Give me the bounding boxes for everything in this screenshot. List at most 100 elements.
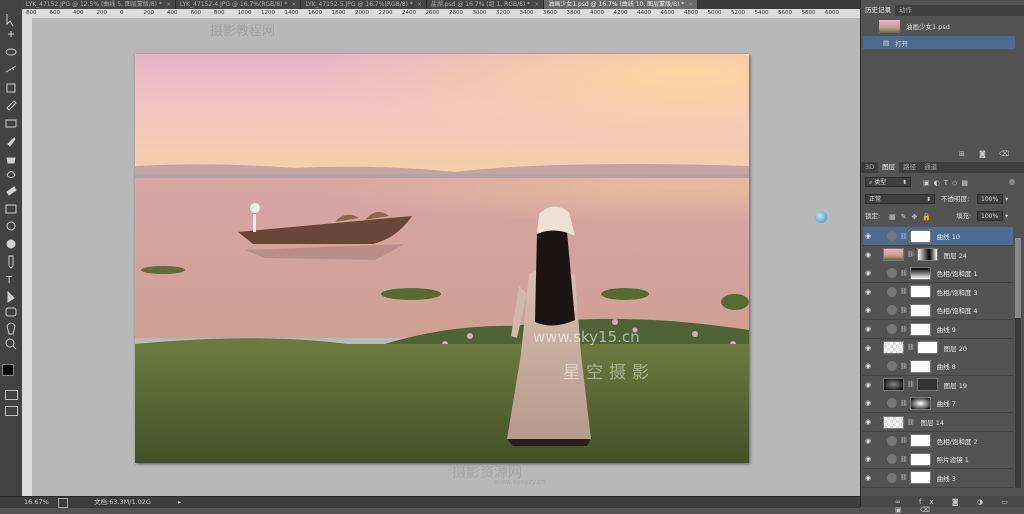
document-tab[interactable]: LYK_47152-5.JPG @ 16.7%(RGB/8) * × — [301, 0, 427, 9]
link-icon[interactable]: ⛓ — [900, 456, 908, 463]
close-tab-icon[interactable]: × — [534, 0, 539, 9]
adjustment-layer-icon[interactable] — [887, 268, 897, 279]
link-icon[interactable]: ⛓ — [900, 307, 908, 314]
quick-mask-icon[interactable] — [5, 390, 18, 400]
tab-actions[interactable]: 动作 — [895, 5, 916, 16]
visibility-eye-icon[interactable]: ◉ — [863, 437, 873, 445]
tab-3d[interactable]: 3D — [861, 162, 878, 173]
visibility-eye-icon[interactable]: ◉ — [863, 399, 873, 407]
layer-mask-thumbnail[interactable] — [909, 303, 931, 317]
tab-paths[interactable]: 路径 — [899, 162, 920, 173]
link-icon[interactable]: ⛓ — [900, 474, 908, 481]
visibility-eye-icon[interactable]: ◉ — [863, 344, 873, 352]
layer-thumbnail[interactable] — [883, 248, 904, 262]
visibility-eye-icon[interactable]: ◉ — [863, 455, 873, 463]
visibility-eye-icon[interactable]: ◉ — [863, 325, 873, 333]
visibility-eye-icon[interactable]: ◉ — [863, 232, 873, 240]
adjustment-layer-icon[interactable] — [887, 324, 897, 334]
adjustment-layer-icon[interactable] — [887, 305, 897, 316]
close-tab-icon[interactable]: × — [688, 0, 693, 9]
link-icon[interactable]: ⛓ — [900, 270, 908, 277]
lock-icons[interactable]: ▦✎✥🔒 — [889, 213, 936, 221]
tab-layers[interactable]: 图层 — [878, 162, 900, 173]
layer-row[interactable]: ◉ ⛓ 曲线 9 — [863, 320, 1013, 339]
scrollbar-thumb[interactable] — [1015, 238, 1021, 318]
layer-mask-thumbnail[interactable] — [909, 322, 931, 336]
status-arrow-icon[interactable]: ▸ — [178, 497, 181, 508]
layer-row[interactable]: ◉ ⛓ 色相/饱和度 2 — [863, 431, 1013, 451]
layer-row[interactable]: ◉ ⛓ 曲线 3 — [863, 468, 1013, 488]
opacity-arrow-icon[interactable]: ▾ — [1005, 194, 1008, 204]
adjustment-layer-icon[interactable] — [887, 398, 897, 409]
layer-filter-select[interactable]: ⌕ 类型 ⬍ — [865, 177, 911, 187]
visibility-eye-icon[interactable]: ◉ — [863, 251, 873, 259]
visibility-eye-icon[interactable]: ◉ — [863, 381, 873, 389]
link-icon[interactable]: ⛓ — [907, 344, 915, 351]
visibility-eye-icon[interactable]: ◉ — [863, 269, 873, 277]
visibility-eye-icon[interactable]: ◉ — [863, 288, 873, 296]
close-tab-icon[interactable]: × — [166, 0, 171, 9]
layers-scrollbar[interactable] — [1015, 238, 1021, 488]
layer-mask-thumbnail[interactable] — [916, 248, 938, 262]
close-tab-icon[interactable]: × — [291, 0, 296, 9]
fill-field[interactable]: 100% — [977, 211, 1003, 221]
document-tab[interactable]: 盐湖.psd @ 16.7% (组 1, RGB/8) * × — [426, 0, 545, 9]
layer-row[interactable]: ◉ ⛓ 照片滤镜 1 — [863, 450, 1013, 470]
foreground-color-swatch[interactable] — [2, 364, 14, 376]
filter-toggle-icon[interactable] — [1009, 179, 1015, 185]
adjustment-layer-icon[interactable] — [887, 361, 897, 372]
layer-filter-icons[interactable]: ▣◐T◇▦ — [923, 179, 972, 187]
layer-mask-thumbnail[interactable] — [909, 266, 931, 280]
layers-footer-icons[interactable]: ∞ fx ◙ ◑ ▭ ▣ ⌫ — [895, 498, 1024, 514]
layer-mask-thumbnail[interactable] — [909, 285, 931, 299]
link-icon[interactable]: ⛓ — [900, 437, 908, 444]
link-icon[interactable]: ⛓ — [907, 381, 915, 388]
document-image[interactable]: www.sky15.cn 星空摄影 — [135, 54, 749, 463]
link-icon[interactable]: ⛓ — [907, 419, 915, 426]
layer-row[interactable]: ◉ ⛓ 图层 24 — [863, 245, 1013, 265]
layer-thumbnail[interactable] — [883, 415, 904, 429]
history-step[interactable]: ▤ 打开 — [863, 36, 1015, 49]
layer-mask-thumbnail[interactable] — [909, 452, 931, 466]
layer-row[interactable]: ◉ ⛓ 图层 19 — [863, 375, 1013, 395]
blend-mode-select[interactable]: 正常 ⬍ — [865, 194, 935, 204]
zoom-level[interactable]: 16.67% — [24, 497, 49, 508]
link-icon[interactable]: ⛓ — [900, 326, 908, 333]
layer-row[interactable]: ◉ ⛓ 色相/饱和度 1 — [863, 264, 1013, 284]
new-document-from-state-icon[interactable]: ⊞ — [959, 150, 965, 158]
layer-mask-thumbnail[interactable] — [916, 378, 938, 392]
layer-mask-thumbnail[interactable] — [909, 434, 931, 448]
tab-channels[interactable]: 通道 — [920, 162, 941, 173]
link-icon[interactable]: ⛓ — [900, 288, 908, 295]
layer-mask-thumbnail[interactable] — [909, 471, 931, 485]
new-snapshot-icon[interactable]: ◙ — [979, 150, 986, 158]
link-icon[interactable]: ⛓ — [907, 251, 915, 258]
history-snapshot[interactable]: 油画少女1.psd — [863, 17, 1015, 35]
layer-row[interactable]: ◉ ⛓ 色相/饱和度 4 — [863, 301, 1013, 321]
screen-mode-icon[interactable] — [5, 406, 18, 416]
adjustment-layer-icon[interactable] — [887, 454, 897, 465]
layer-row[interactable]: ◉ ⛓ 图层 14 — [863, 413, 1013, 432]
layer-mask-thumbnail[interactable] — [909, 396, 931, 410]
layer-thumbnail[interactable] — [883, 341, 904, 355]
layer-row[interactable]: ◉ ⛓ 图层 20 — [863, 338, 1013, 358]
layer-row[interactable]: ◉ ⛓ 曲线 8 — [863, 357, 1013, 377]
visibility-eye-icon[interactable]: ◉ — [863, 306, 873, 314]
layer-thumbnail[interactable] — [883, 378, 904, 392]
document-tab[interactable]: LYK_47152.JPG @ 12.5% (曲线 5, 图层蒙版/8) * × — [22, 0, 176, 9]
document-tab[interactable]: LYK_47152-4.JPG @ 16.7%(RGB/8) * × — [175, 0, 302, 9]
visibility-eye-icon[interactable]: ◉ — [863, 474, 873, 482]
adjustment-layer-icon[interactable] — [887, 286, 897, 297]
link-icon[interactable]: ⛓ — [900, 233, 908, 240]
adjustment-layer-icon[interactable] — [887, 231, 897, 241]
link-icon[interactable]: ⛓ — [900, 400, 908, 407]
link-icon[interactable]: ⛓ — [900, 363, 908, 370]
visibility-eye-icon[interactable]: ◉ — [863, 362, 873, 370]
layer-mask-thumbnail[interactable] — [909, 359, 931, 373]
layer-row[interactable]: ◉ ⛓ 曲线 7 — [863, 394, 1013, 414]
tab-history[interactable]: 历史记录 — [861, 5, 895, 16]
adjustment-layer-icon[interactable] — [887, 435, 897, 446]
close-tab-icon[interactable]: × — [417, 0, 422, 9]
document-tab[interactable]: 油画少女1.psd @ 16.7% (曲线 10, 图层蒙版/8) * × — [544, 0, 699, 9]
layer-mask-thumbnail[interactable] — [909, 229, 931, 243]
